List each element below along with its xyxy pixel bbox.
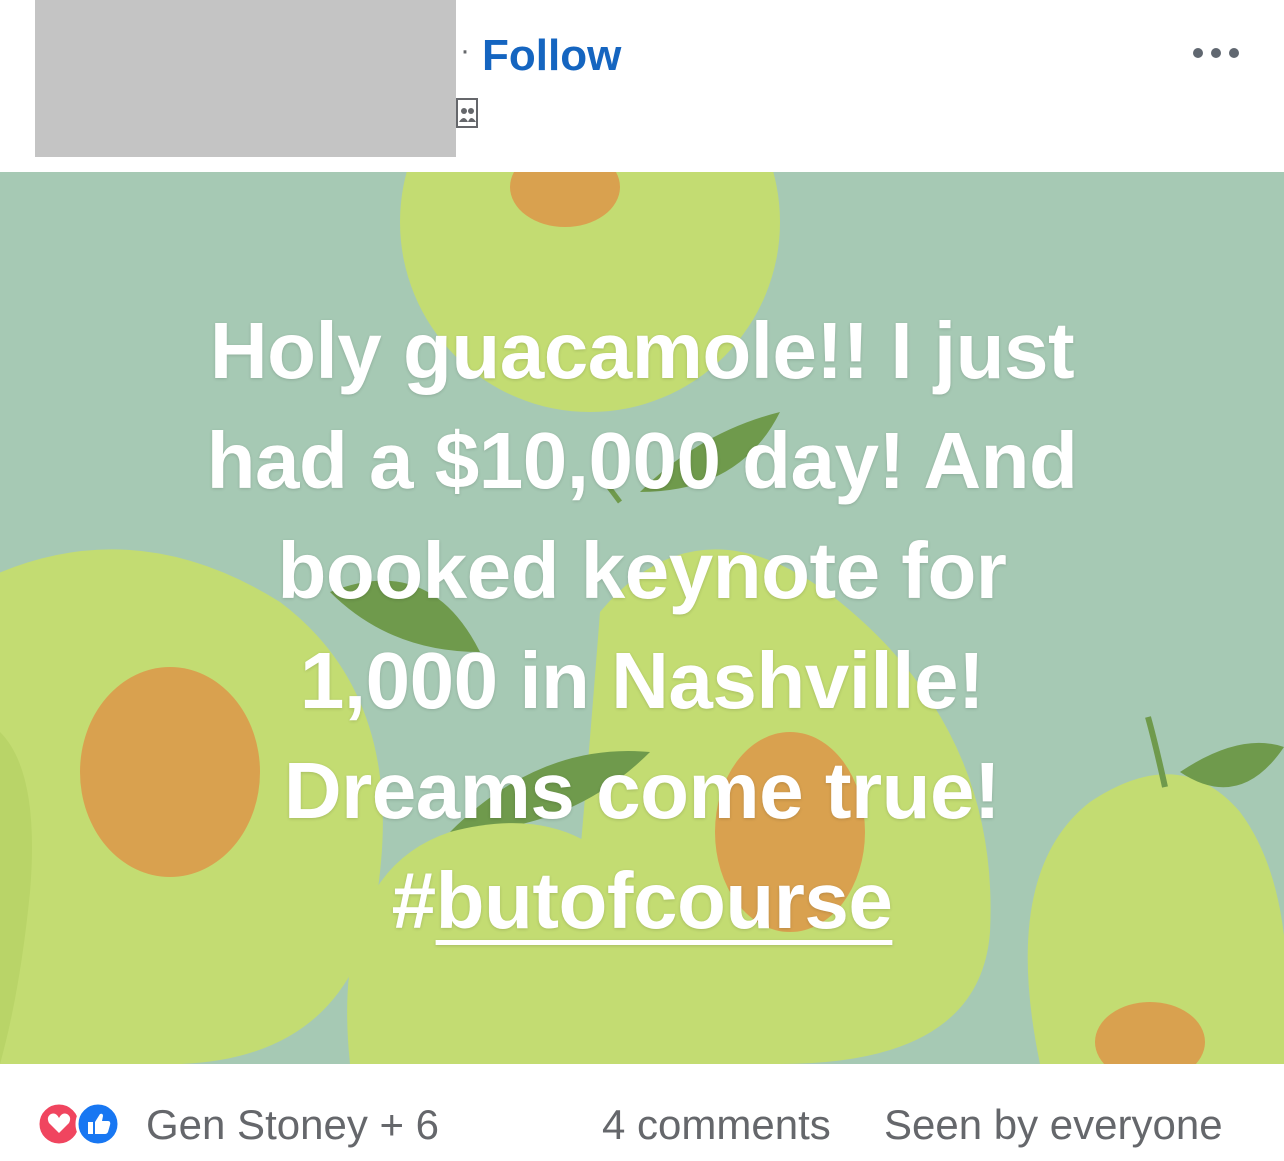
post-text-line: Dreams come true! — [283, 746, 1001, 835]
post-text-line: 1,000 in Nashville! — [299, 636, 985, 725]
post-text-line: had a $10,000 day! And — [206, 416, 1078, 505]
seen-by-label: Seen by everyone — [884, 1101, 1223, 1148]
separator-dot: · — [460, 34, 470, 67]
post-text-line: Holy guacamole!! I just — [209, 306, 1075, 395]
group-icon — [456, 98, 478, 128]
post-text-line: booked keynote for — [277, 526, 1007, 615]
comments-count[interactable]: 4 comments — [602, 1100, 831, 1150]
redacted-author-area — [35, 0, 456, 157]
follow-button[interactable]: Follow — [482, 34, 621, 78]
hashtag-line: #butofcourse — [60, 846, 1224, 956]
reaction-icons[interactable] — [36, 1101, 132, 1147]
reactors-label[interactable]: Gen Stoney + 6 — [146, 1100, 439, 1150]
hashtag-prefix: # — [391, 856, 437, 945]
post-status-text: Holy guacamole!! I just had a $10,000 da… — [60, 296, 1224, 956]
hashtag-link[interactable]: butofcourse — [436, 856, 893, 945]
post-background-image[interactable]: Holy guacamole!! I just had a $10,000 da… — [0, 172, 1284, 1064]
more-options-icon[interactable] — [1188, 40, 1248, 70]
